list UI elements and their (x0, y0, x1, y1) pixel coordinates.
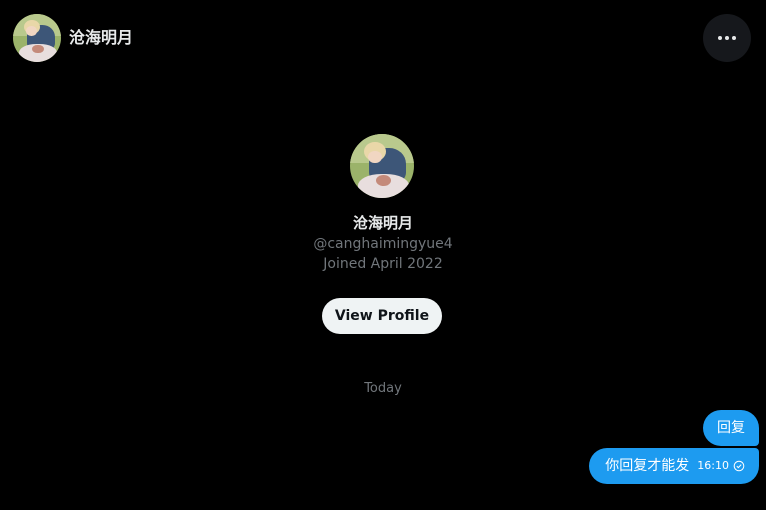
profile-handle: @canghaimingyue4 (313, 236, 453, 252)
date-separator: Today (364, 381, 402, 396)
more-horizontal-icon (718, 36, 722, 40)
message-text: 回复 (717, 420, 745, 436)
avatar-image (350, 134, 414, 198)
profile-joined-date: Joined April 2022 (323, 256, 443, 272)
more-options-button[interactable] (703, 14, 751, 62)
message-bubble[interactable]: 回复 (703, 410, 759, 446)
header-user-name[interactable]: 沧海明月 (69, 27, 133, 49)
message-text: 你回复才能发 (605, 458, 690, 474)
message-bubble[interactable]: 你回复才能发 16:10 (589, 448, 759, 484)
dm-conversation-window: 沧海明月 沧海明月 @canghaimingyue4 Joined April … (0, 0, 766, 510)
more-horizontal-icon-dot (725, 36, 729, 40)
check-circle-icon (733, 460, 745, 472)
profile-avatar[interactable] (350, 134, 414, 198)
header-avatar[interactable] (13, 14, 61, 62)
message-meta: 16:10 (697, 459, 745, 473)
profile-name: 沧海明月 (352, 214, 413, 232)
view-profile-button[interactable]: View Profile (322, 298, 442, 334)
message-time: 16:10 (697, 459, 729, 472)
conversation-header: 沧海明月 (0, 0, 766, 76)
more-horizontal-icon-dot (732, 36, 736, 40)
avatar-image (13, 14, 61, 62)
